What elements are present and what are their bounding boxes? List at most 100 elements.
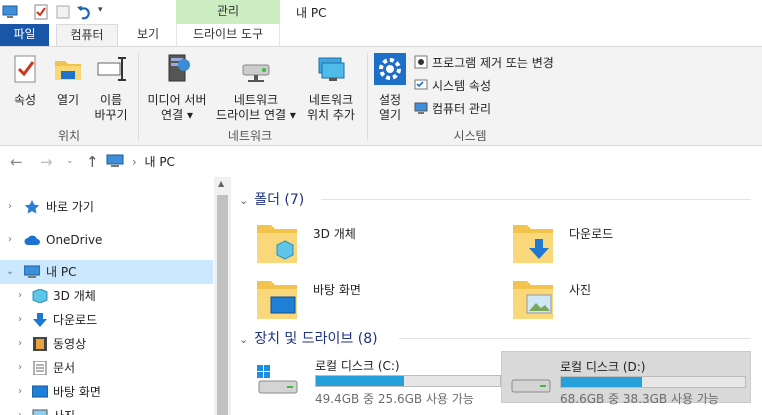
- content-pane: ⌄ 폴더 (7) 3D 개체 다운로드 바탕 화면 사진 ⌄ 장치 및 드라이브 (…: [231, 177, 762, 415]
- group-divider: [367, 53, 368, 141]
- cube-icon: [32, 289, 48, 303]
- nav-item-this-pc[interactable]: ⌄ 내 PC: [0, 260, 213, 284]
- drive-usage-bar: [315, 375, 501, 387]
- breadcrumb-separator-icon[interactable]: ›: [132, 155, 137, 169]
- download-arrow-icon: [33, 313, 47, 327]
- media-server-button[interactable]: 미디어 서버 연결 ▾: [142, 53, 212, 123]
- drive-name: 로컬 디스크 (D:): [560, 360, 646, 374]
- new-folder-icon[interactable]: [55, 4, 71, 20]
- window-title: 내 PC: [296, 6, 327, 20]
- group-divider: [138, 53, 139, 141]
- recent-locations-chevron-icon[interactable]: ⌄: [66, 156, 74, 166]
- tab-manage[interactable]: 관리: [176, 0, 280, 24]
- tab-view[interactable]: 보기: [122, 24, 174, 46]
- drive-item[interactable]: 로컬 디스크 (C:) 49.4GB 중 25.6GB 사용 가능: [249, 353, 501, 406]
- folder-3d-objects-icon: [257, 225, 297, 263]
- expand-chevron-icon[interactable]: ›: [14, 308, 26, 332]
- tab-file[interactable]: 파일: [0, 24, 49, 46]
- nav-label: 사진: [53, 404, 75, 415]
- scroll-up-arrow-icon[interactable]: ▲: [218, 179, 224, 188]
- collapse-chevron-icon[interactable]: ⌄: [239, 194, 248, 207]
- collapse-chevron-icon[interactable]: ⌄: [4, 260, 16, 284]
- expand-chevron-icon[interactable]: ›: [4, 228, 16, 252]
- rename-label-1: 이름: [99, 93, 123, 107]
- open-button[interactable]: 열기: [48, 53, 88, 108]
- folder-item[interactable]: 사진: [511, 275, 751, 325]
- rename-button[interactable]: 이름 바꾸기: [90, 53, 132, 123]
- nav-item-quick-access[interactable]: › 바로 가기: [0, 195, 213, 219]
- uninstall-program-button[interactable]: 프로그램 제거 또는 변경: [414, 54, 554, 72]
- customize-qa-chevron-icon[interactable]: ▾: [98, 5, 103, 15]
- media-server-label-1: 미디어 서버: [147, 93, 207, 107]
- folder-item[interactable]: 바탕 화면: [255, 275, 495, 325]
- ribbon-tabs: 파일 컴퓨터 보기 드라이브 도구: [0, 24, 762, 72]
- properties-button[interactable]: 속성: [4, 53, 46, 108]
- nav-label: 내 PC: [46, 265, 77, 279]
- local-drive-icon: [511, 379, 551, 393]
- expand-chevron-icon[interactable]: ›: [14, 332, 26, 356]
- address-path[interactable]: › 내 PC: [106, 153, 175, 171]
- undo-icon[interactable]: [76, 4, 92, 20]
- nav-label: 문서: [53, 361, 76, 375]
- tab-computer[interactable]: 컴퓨터: [56, 24, 118, 47]
- open-settings-button[interactable]: 설정 열기: [370, 53, 410, 123]
- nav-item-documents[interactable]: › 문서: [0, 356, 213, 380]
- media-server-label-2: 연결 ▾: [161, 108, 193, 122]
- folder-desktop-icon: [257, 281, 297, 319]
- add-network-location-button[interactable]: 네트워크 위치 추가: [300, 53, 362, 123]
- nav-item-videos[interactable]: › 동영상: [0, 332, 213, 356]
- forward-arrow-icon[interactable]: →: [40, 153, 53, 171]
- scroll-thumb[interactable]: [217, 195, 228, 415]
- system-properties-button[interactable]: 시스템 속성: [414, 77, 491, 95]
- nav-item-3d-objects[interactable]: › 3D 개체: [0, 284, 213, 308]
- address-bar-row: ← → ⌄ ↑ › 내 PC: [0, 147, 762, 177]
- system-properties-icon: [414, 79, 428, 90]
- computer-icon: [24, 265, 40, 278]
- windows-drive-icon: [257, 365, 298, 394]
- nav-item-pictures[interactable]: › 사진: [0, 404, 213, 415]
- open-settings-label-1: 설정: [378, 93, 402, 107]
- nav-item-onedrive[interactable]: › OneDrive: [0, 228, 213, 252]
- folder-item[interactable]: 다운로드: [511, 219, 751, 269]
- folder-item[interactable]: 3D 개체: [255, 219, 495, 269]
- expand-chevron-icon[interactable]: ›: [4, 195, 16, 219]
- section-divider: [399, 338, 751, 339]
- map-network-drive-label-1: 네트워크: [233, 93, 279, 107]
- folder-name: 바탕 화면: [313, 283, 361, 297]
- expand-chevron-icon[interactable]: ›: [14, 284, 26, 308]
- nav-item-desktop[interactable]: › 바탕 화면: [0, 380, 213, 404]
- drive-free-space: 68.6GB 중 38.3GB 사용 가능: [560, 392, 719, 406]
- uninstall-icon: [414, 55, 428, 69]
- nav-scrollbar[interactable]: ▲: [214, 177, 231, 415]
- open-label: 열기: [56, 93, 80, 107]
- drive-item[interactable]: 로컬 디스크 (D:) 68.6GB 중 38.3GB 사용 가능: [501, 351, 751, 406]
- computer-icon: [106, 154, 124, 167]
- expand-chevron-icon[interactable]: ›: [14, 380, 26, 404]
- expand-chevron-icon[interactable]: ›: [14, 404, 26, 415]
- network-location-icon: [318, 57, 345, 81]
- properties-label: 속성: [13, 93, 37, 107]
- back-arrow-icon[interactable]: ←: [10, 153, 23, 171]
- desktop-icon: [32, 385, 48, 398]
- up-arrow-icon[interactable]: ↑: [86, 153, 99, 171]
- folders-section-header[interactable]: ⌄ 폴더 (7): [239, 189, 304, 209]
- breadcrumb-this-pc[interactable]: 내 PC: [144, 155, 174, 169]
- drive-usage-bar: [560, 376, 746, 388]
- title-bar: ▾ 관리 내 PC: [0, 0, 762, 24]
- properties-icon[interactable]: [33, 4, 49, 20]
- expand-chevron-icon[interactable]: ›: [14, 356, 26, 380]
- drive-free-space: 49.4GB 중 25.6GB 사용 가능: [315, 392, 474, 406]
- document-icon: [33, 361, 47, 375]
- nav-label: 3D 개체: [53, 289, 96, 303]
- computer-icon[interactable]: [2, 4, 18, 20]
- rename-icon: [97, 57, 126, 81]
- collapse-chevron-icon[interactable]: ⌄: [239, 333, 248, 346]
- drives-section-header[interactable]: ⌄ 장치 및 드라이브 (8): [239, 328, 378, 348]
- computer-management-button[interactable]: 컴퓨터 관리: [414, 100, 491, 118]
- folder-downloads-icon: [513, 225, 553, 263]
- nav-item-downloads[interactable]: › 다운로드: [0, 308, 213, 332]
- group-label-location: 위치: [57, 129, 81, 143]
- picture-icon: [32, 409, 48, 415]
- map-network-drive-button[interactable]: 네트워크 드라이브 연결 ▾: [212, 53, 300, 123]
- navigation-pane: › 바로 가기 › OneDrive ⌄ 내 PC › 3D 개체 › 다운로드…: [0, 177, 214, 415]
